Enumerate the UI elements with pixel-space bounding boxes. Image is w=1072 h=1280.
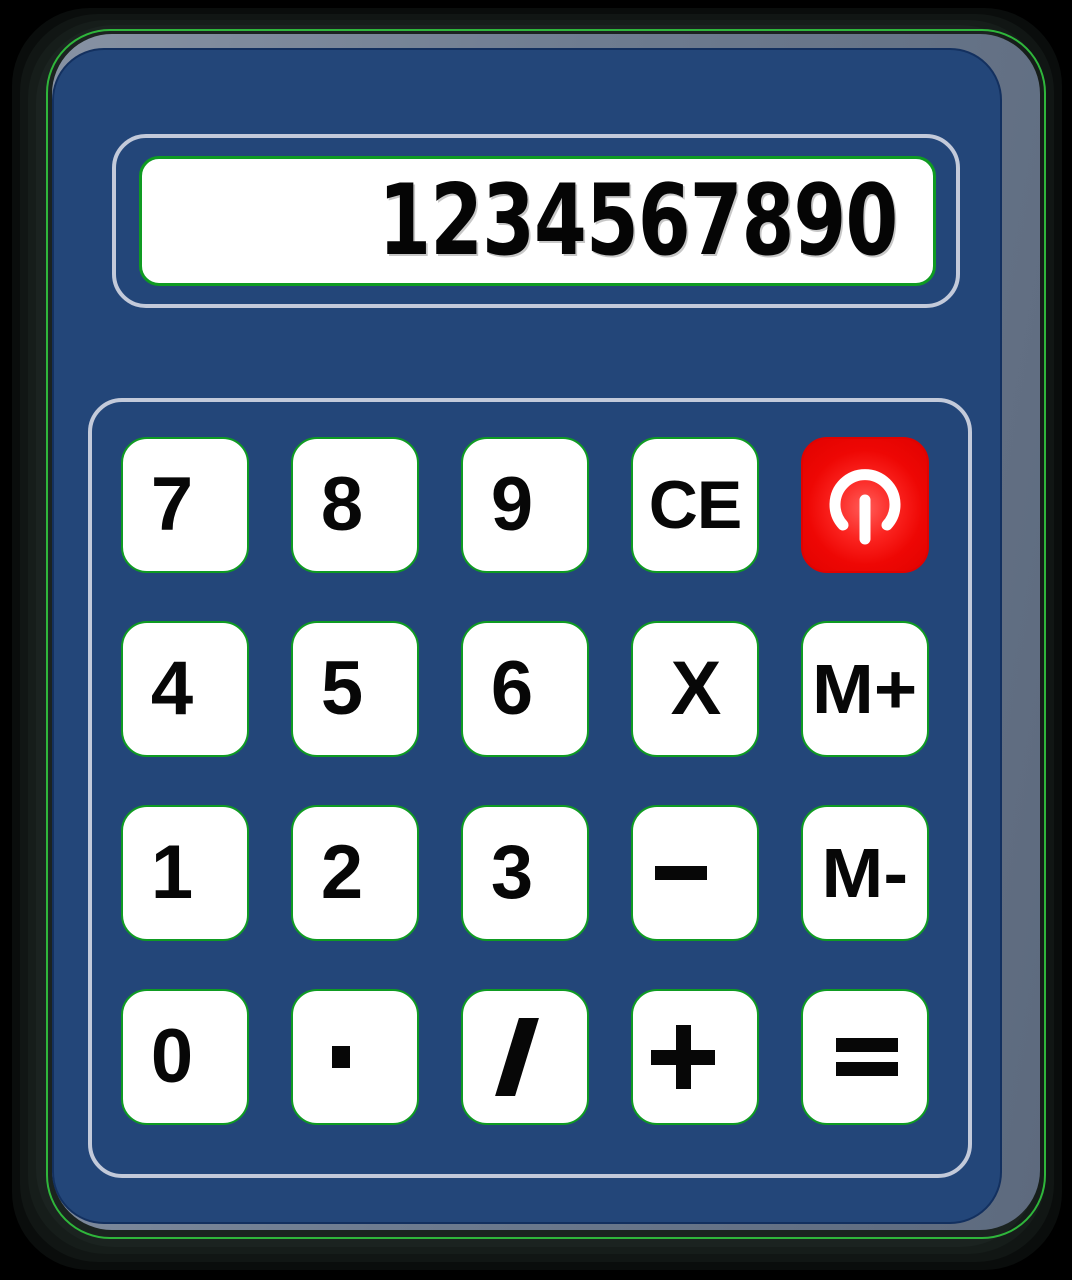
key-2-label: 2 (320, 830, 363, 915)
key-9-label: 9 (490, 462, 533, 547)
key-1-label: 1 (150, 830, 193, 915)
key-7-label: 7 (150, 462, 193, 547)
key-3[interactable]: 3 (461, 805, 589, 941)
key-add-glyph (651, 1025, 715, 1089)
key-divide-glyph (495, 1018, 539, 1096)
key-2[interactable]: 2 (291, 805, 419, 941)
key-multiply[interactable]: X (631, 621, 759, 757)
key-3-label: 3 (490, 830, 533, 915)
keypad-grid: 7 8 9 CE 4 5 6 X M+ 1 2 3 M- 0 (121, 437, 939, 1127)
calculator-device: 1234567890 7 8 9 CE 4 5 6 X M+ 1 2 3 M- 0 (0, 0, 1072, 1280)
power-icon (813, 453, 917, 557)
key-7[interactable]: 7 (121, 437, 249, 573)
key-9[interactable]: 9 (461, 437, 589, 573)
key-decimal-glyph (332, 1046, 350, 1068)
key-power[interactable] (801, 437, 929, 573)
key-clear-entry-label: CE (648, 467, 742, 543)
key-6-label: 6 (490, 646, 533, 731)
key-1[interactable]: 1 (121, 805, 249, 941)
key-8[interactable]: 8 (291, 437, 419, 573)
key-memory-add[interactable]: M+ (801, 621, 929, 757)
key-4-label: 4 (150, 646, 193, 731)
key-8-label: 8 (320, 462, 363, 547)
key-decimal[interactable] (291, 989, 419, 1125)
key-subtract-glyph (655, 866, 707, 880)
key-add[interactable] (631, 989, 759, 1125)
key-subtract[interactable] (631, 805, 759, 941)
key-5[interactable]: 5 (291, 621, 419, 757)
key-equals[interactable] (801, 989, 929, 1125)
display-screen[interactable]: 1234567890 (139, 156, 936, 286)
key-memory-subtract[interactable]: M- (801, 805, 929, 941)
key-clear-entry[interactable]: CE (631, 437, 759, 573)
key-0[interactable]: 0 (121, 989, 249, 1125)
key-4[interactable]: 4 (121, 621, 249, 757)
key-multiply-label: X (670, 646, 722, 731)
key-memory-add-label: M+ (812, 650, 918, 728)
display-value: 1234567890 (377, 164, 898, 278)
key-divide[interactable] (461, 989, 589, 1125)
key-0-label: 0 (150, 1014, 193, 1099)
key-5-label: 5 (320, 646, 363, 731)
key-equals-glyph (836, 1038, 898, 1076)
key-6[interactable]: 6 (461, 621, 589, 757)
key-memory-subtract-label: M- (821, 834, 909, 912)
